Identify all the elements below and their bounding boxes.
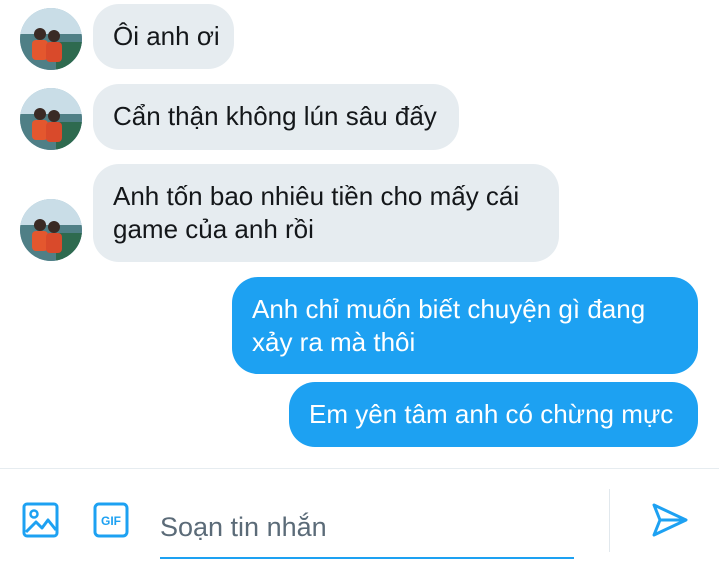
- message-bubble-outgoing[interactable]: Em yên tâm anh có chừng mực: [289, 382, 698, 447]
- message-text-line: Anh chỉ muốn biết chuyện gì đang: [252, 294, 646, 324]
- message-thread: Ôi anh ơi Cẩn thận không lún sâu đấy Anh…: [0, 0, 719, 468]
- message-text-line: xảy ra mà thôi: [252, 327, 416, 357]
- gif-label: GIF: [101, 514, 121, 528]
- avatar[interactable]: [20, 199, 82, 261]
- dm-conversation-screen: Ôi anh ơi Cẩn thận không lún sâu đấy Anh…: [0, 0, 719, 575]
- avatar-photo: [20, 199, 82, 261]
- avatar-photo: [20, 88, 82, 150]
- add-media-button[interactable]: [22, 501, 60, 539]
- avatar-photo: [20, 8, 82, 70]
- message-input[interactable]: [160, 497, 574, 559]
- message-text: Ôi anh ơi: [113, 21, 220, 51]
- message-text: Em yên tâm anh có chừng mực: [309, 399, 674, 429]
- add-gif-button[interactable]: GIF: [93, 502, 129, 538]
- send-icon: [652, 503, 688, 537]
- send-button[interactable]: [651, 502, 689, 538]
- message-text-line: game của anh rồi: [113, 214, 314, 244]
- message-bubble-incoming[interactable]: Cẩn thận không lún sâu đấy: [93, 84, 459, 150]
- image-icon: [22, 502, 59, 538]
- message-bubble-incoming[interactable]: Ôi anh ơi: [93, 4, 234, 69]
- gif-icon: GIF: [93, 502, 129, 538]
- message-text: Cẩn thận không lún sâu đấy: [113, 101, 437, 131]
- avatar[interactable]: [20, 8, 82, 70]
- message-text-line: Anh tốn bao nhiêu tiền cho mấy cái: [113, 181, 520, 211]
- message-bubble-incoming[interactable]: Anh tốn bao nhiêu tiền cho mấy cái game …: [93, 164, 559, 262]
- message-bubble-outgoing[interactable]: Anh chỉ muốn biết chuyện gì đang xảy ra …: [232, 277, 698, 374]
- divider: [609, 489, 610, 552]
- message-composer: GIF: [0, 468, 719, 575]
- avatar[interactable]: [20, 88, 82, 150]
